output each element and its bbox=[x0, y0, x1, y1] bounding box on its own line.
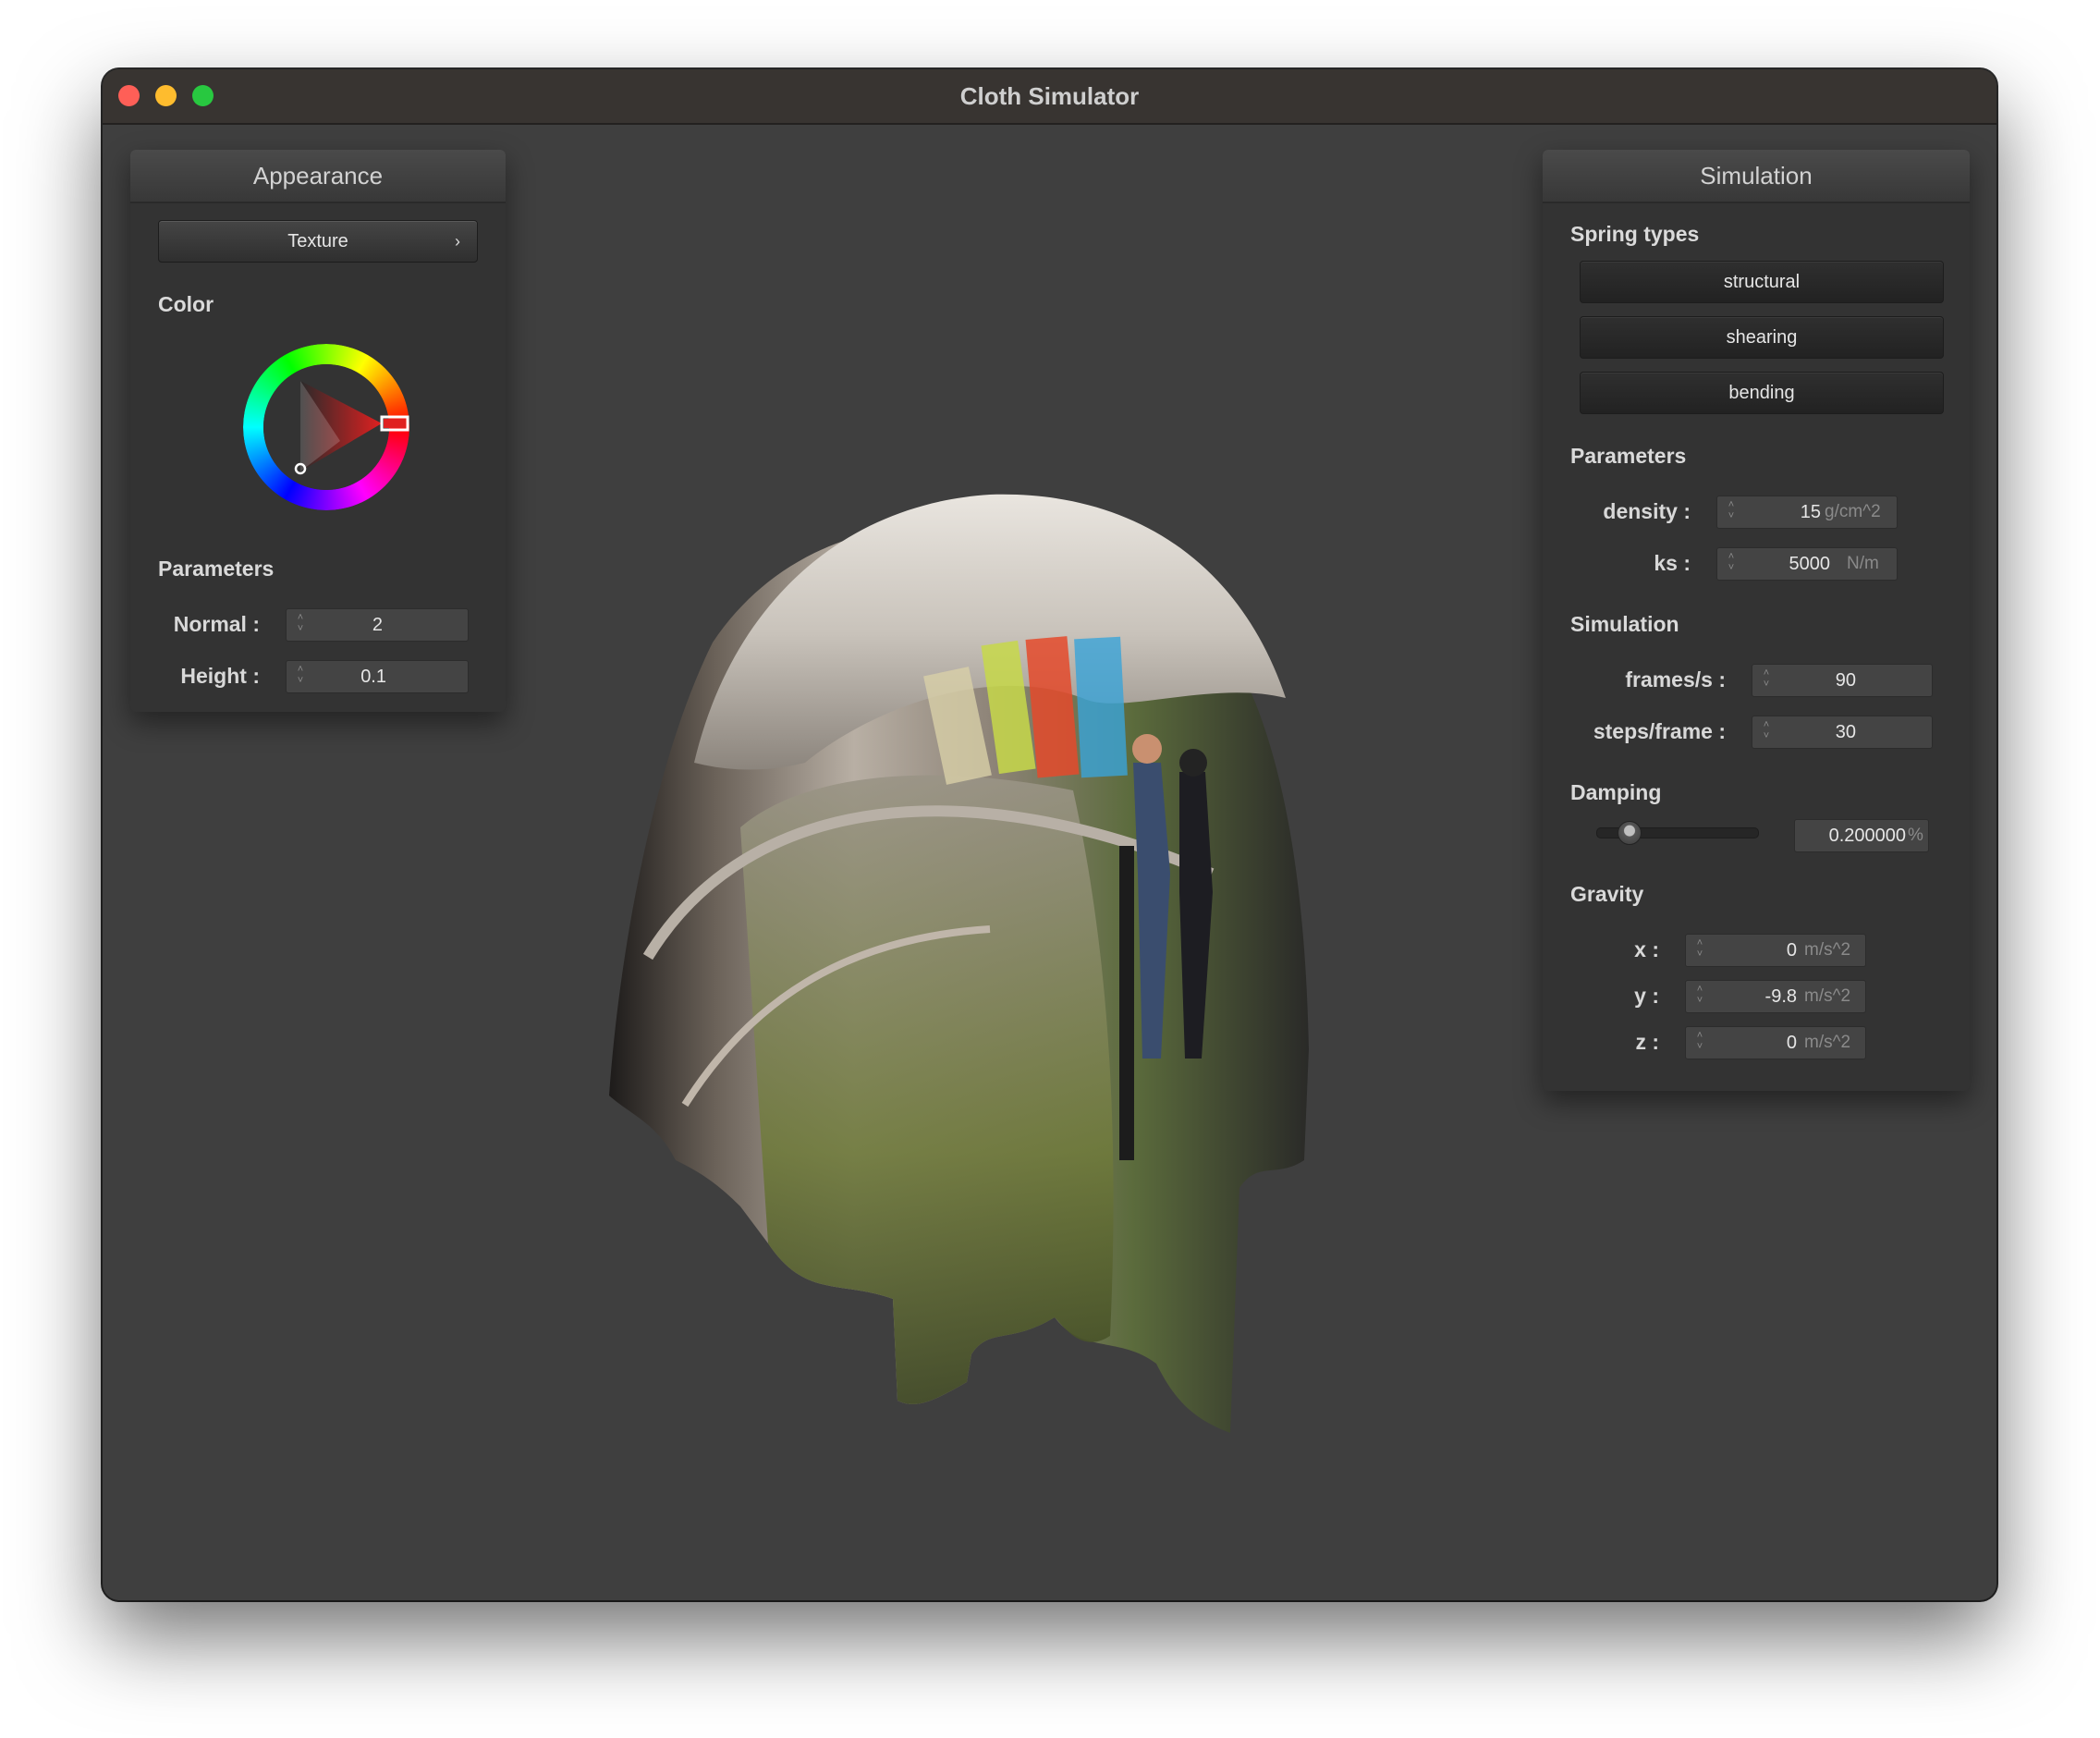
spinner-icon[interactable]: ˄ ˅ bbox=[1693, 1030, 1706, 1056]
gravity-y-input[interactable]: ˄ ˅ -9.8 m/s^2 bbox=[1685, 980, 1866, 1013]
damping-unit: % bbox=[1908, 826, 1923, 845]
sim-parameters-label: Parameters bbox=[1570, 444, 1687, 468]
fps-input[interactable]: ˄ ˅ 90 bbox=[1752, 664, 1933, 697]
height-input[interactable]: ˄ ˅ 0.1 bbox=[286, 660, 469, 693]
color-wheel[interactable] bbox=[238, 339, 414, 515]
density-value: 15 bbox=[1800, 502, 1821, 522]
gravity-label: Gravity bbox=[1570, 882, 1644, 906]
ks-label: ks : bbox=[1654, 551, 1691, 575]
damping-input[interactable]: 0.200000 % bbox=[1794, 819, 1929, 852]
bending-button[interactable]: bending bbox=[1580, 372, 1944, 414]
steps-label: steps/frame : bbox=[1593, 719, 1726, 743]
density-input[interactable]: ˄ ˅ 15 g/cm^2 bbox=[1716, 496, 1898, 529]
ks-value: 5000 bbox=[1789, 554, 1831, 574]
normal-label: Normal : bbox=[173, 612, 260, 636]
title-bar[interactable]: Cloth Simulator bbox=[103, 69, 1996, 125]
structural-button[interactable]: structural bbox=[1580, 261, 1944, 303]
spinner-icon[interactable]: ˄ ˅ bbox=[1760, 719, 1773, 745]
gravity-y-value: -9.8 bbox=[1764, 986, 1797, 1007]
fps-label: frames/s : bbox=[1625, 667, 1726, 692]
app-window: Cloth Simulator Appearance Texture › Col… bbox=[103, 69, 1996, 1600]
damping-slider-handle[interactable] bbox=[1617, 821, 1642, 845]
gravity-x-label: x : bbox=[1634, 937, 1659, 961]
appearance-panel: Appearance Texture › Color Parameters No… bbox=[130, 150, 506, 712]
appearance-panel-header[interactable]: Appearance bbox=[130, 150, 506, 203]
density-unit: g/cm^2 bbox=[1825, 502, 1881, 521]
normal-input[interactable]: ˄ ˅ 2 bbox=[286, 608, 469, 642]
spinner-icon[interactable]: ˄ ˅ bbox=[294, 612, 307, 638]
height-label: Height : bbox=[180, 664, 260, 688]
spinner-icon[interactable]: ˄ ˅ bbox=[1725, 551, 1738, 577]
spinner-icon[interactable]: ˄ ˅ bbox=[294, 664, 307, 690]
gravity-z-label: z : bbox=[1635, 1030, 1659, 1054]
appearance-parameters-label: Parameters bbox=[158, 557, 275, 581]
chevron-right-icon: › bbox=[455, 232, 460, 251]
steps-value: 30 bbox=[1835, 722, 1856, 742]
spinner-icon[interactable]: ˄ ˅ bbox=[1693, 984, 1706, 1010]
texture-button-label: Texture bbox=[287, 231, 348, 251]
window-title: Cloth Simulator bbox=[959, 82, 1140, 110]
color-label: Color bbox=[158, 292, 214, 316]
steps-input[interactable]: ˄ ˅ 30 bbox=[1752, 716, 1933, 749]
simulation-panel: Simulation Spring types structural shear… bbox=[1543, 150, 1970, 1091]
gravity-z-unit: m/s^2 bbox=[1804, 1033, 1851, 1052]
gravity-x-unit: m/s^2 bbox=[1804, 940, 1851, 960]
ks-unit: N/m bbox=[1847, 554, 1879, 573]
fps-value: 90 bbox=[1835, 670, 1856, 691]
height-value: 0.1 bbox=[360, 667, 386, 687]
sim-simulation-label: Simulation bbox=[1570, 612, 1679, 636]
simulation-panel-header[interactable]: Simulation bbox=[1543, 150, 1970, 203]
density-label: density : bbox=[1603, 499, 1691, 523]
damping-value: 0.200000 bbox=[1828, 826, 1906, 846]
gravity-z-input[interactable]: ˄ ˅ 0 m/s^2 bbox=[1685, 1026, 1866, 1059]
gravity-x-input[interactable]: ˄ ˅ 0 m/s^2 bbox=[1685, 934, 1866, 967]
spinner-icon[interactable]: ˄ ˅ bbox=[1760, 667, 1773, 693]
gravity-x-value: 0 bbox=[1786, 940, 1797, 961]
shearing-button[interactable]: shearing bbox=[1580, 316, 1944, 359]
gravity-z-value: 0 bbox=[1786, 1033, 1797, 1053]
normal-value: 2 bbox=[372, 615, 383, 635]
texture-button[interactable]: Texture › bbox=[158, 220, 478, 263]
spinner-icon[interactable]: ˄ ˅ bbox=[1693, 937, 1706, 963]
spring-types-label: Spring types bbox=[1570, 222, 1700, 246]
gravity-y-unit: m/s^2 bbox=[1804, 986, 1851, 1006]
ks-input[interactable]: ˄ ˅ 5000 N/m bbox=[1716, 547, 1898, 581]
gravity-y-label: y : bbox=[1634, 984, 1659, 1008]
damping-label: Damping bbox=[1570, 780, 1662, 804]
spinner-icon[interactable]: ˄ ˅ bbox=[1725, 499, 1738, 525]
